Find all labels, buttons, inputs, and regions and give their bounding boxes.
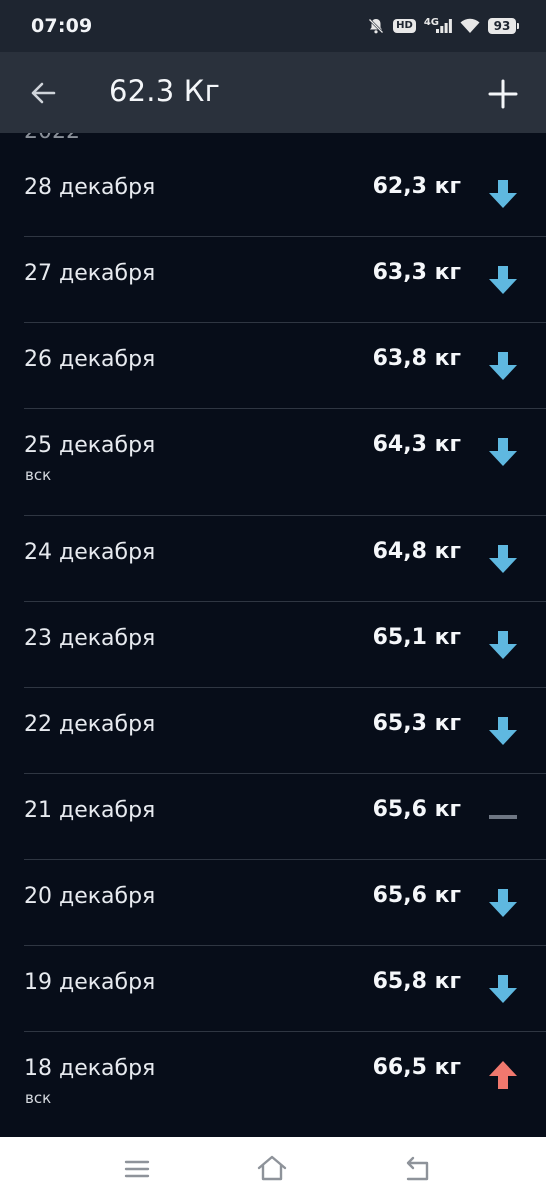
recent-apps-button[interactable] [121, 1153, 153, 1185]
weight-history-list[interactable]: 2022 28 декабря62,3 кг27 декабря63,3 кг2… [0, 133, 546, 1137]
entry-weight: 62,3 кг [372, 174, 461, 199]
list-item[interactable]: 18 декабря вск 66,5 кг [0, 1032, 546, 1137]
entry-date: 23 декабря [24, 626, 156, 651]
signal-icon: 4G [424, 17, 452, 33]
home-icon [257, 1155, 287, 1181]
list-item[interactable]: 24 декабря 64,8 кг [0, 516, 546, 602]
status-bar: 07:09 HD 4G 93 [0, 0, 546, 52]
arrow-down-icon [489, 352, 517, 380]
arrow-down-icon [489, 975, 517, 1003]
entry-weight: 63,8 кг [372, 346, 461, 371]
entry-weekday: вск [25, 466, 52, 484]
entry-weight: 64,8 кг [372, 539, 461, 564]
list-item[interactable]: 28 декабря 62,3 кг [0, 151, 546, 237]
list-item[interactable]: 27 декабря 63,3 кг [0, 237, 546, 323]
app-bar: 62.3 Кг [0, 52, 546, 133]
entry-weight: 66,5 кг [372, 1055, 461, 1080]
plus-icon [488, 79, 518, 109]
add-entry-button[interactable] [487, 78, 519, 110]
list-item[interactable]: 22 декабря 65,3 кг [0, 688, 546, 774]
entry-date: 25 декабря [24, 433, 156, 458]
status-icons: HD 4G 93 [367, 17, 519, 35]
nav-back-button[interactable] [400, 1153, 432, 1185]
page-title: 62.3 Кг [109, 74, 221, 108]
arrow-down-icon [489, 889, 517, 917]
list-item[interactable]: 26 декабря 63,8 кг [0, 323, 546, 409]
list-item[interactable]: 23 декабря 65,1 кг [0, 602, 546, 688]
arrow-down-icon [489, 180, 517, 208]
entry-weight: 63,3 кг [372, 260, 461, 285]
list-item[interactable]: 19 декабря 65,8 кг [0, 946, 546, 1032]
entry-date: 20 декабря [24, 884, 156, 909]
entry-date: 24 декабря [24, 540, 156, 565]
arrow-down-icon [489, 545, 517, 573]
entry-date: 22 декабря [24, 712, 156, 737]
menu-icon [124, 1160, 150, 1178]
hd-icon: HD [393, 19, 416, 33]
arrow-left-icon [31, 82, 56, 104]
entry-date: 19 декабря [24, 970, 156, 995]
entry-date: 26 декабря [24, 347, 156, 372]
entry-date: 27 декабря [24, 261, 156, 286]
list-item[interactable]: 21 декабря 65,6 кг [0, 774, 546, 860]
mute-icon [367, 17, 385, 35]
arrow-down-icon [489, 438, 517, 466]
home-button[interactable] [256, 1153, 288, 1185]
year-header: 2022 [24, 133, 80, 144]
battery-icon: 93 [488, 18, 519, 34]
list-item[interactable]: 20 декабря 65,6 кг [0, 860, 546, 946]
entry-weight: 64,3 кг [372, 432, 461, 457]
arrow-down-icon [489, 631, 517, 659]
entry-weight: 65,6 кг [372, 797, 461, 822]
entry-date: 21 декабря [24, 798, 156, 823]
wifi-icon [460, 18, 480, 34]
entry-weight: 65,3 кг [372, 711, 461, 736]
arrow-down-icon [489, 266, 517, 294]
back-button[interactable] [28, 78, 58, 108]
system-nav-bar [0, 1137, 546, 1200]
arrow-up-icon [489, 1061, 517, 1089]
entry-weight: 65,1 кг [372, 625, 461, 650]
entry-weight: 65,8 кг [372, 969, 461, 994]
arrow-down-icon [489, 717, 517, 745]
back-icon [406, 1156, 429, 1181]
list-item[interactable]: 25 декабря вск 64,3 кг [0, 409, 546, 516]
status-time: 07:09 [31, 15, 93, 37]
entry-date: 18 декабря [24, 1056, 156, 1081]
entry-date: 28 декабря [24, 175, 156, 200]
dash-icon [489, 815, 517, 819]
entries-container: 28 декабря 62,3 кг 27 декабря 63,3 кг 26 дек… [0, 151, 546, 1137]
entry-weight: 65,6 кг [372, 883, 461, 908]
entry-weekday: вск [25, 1089, 52, 1107]
